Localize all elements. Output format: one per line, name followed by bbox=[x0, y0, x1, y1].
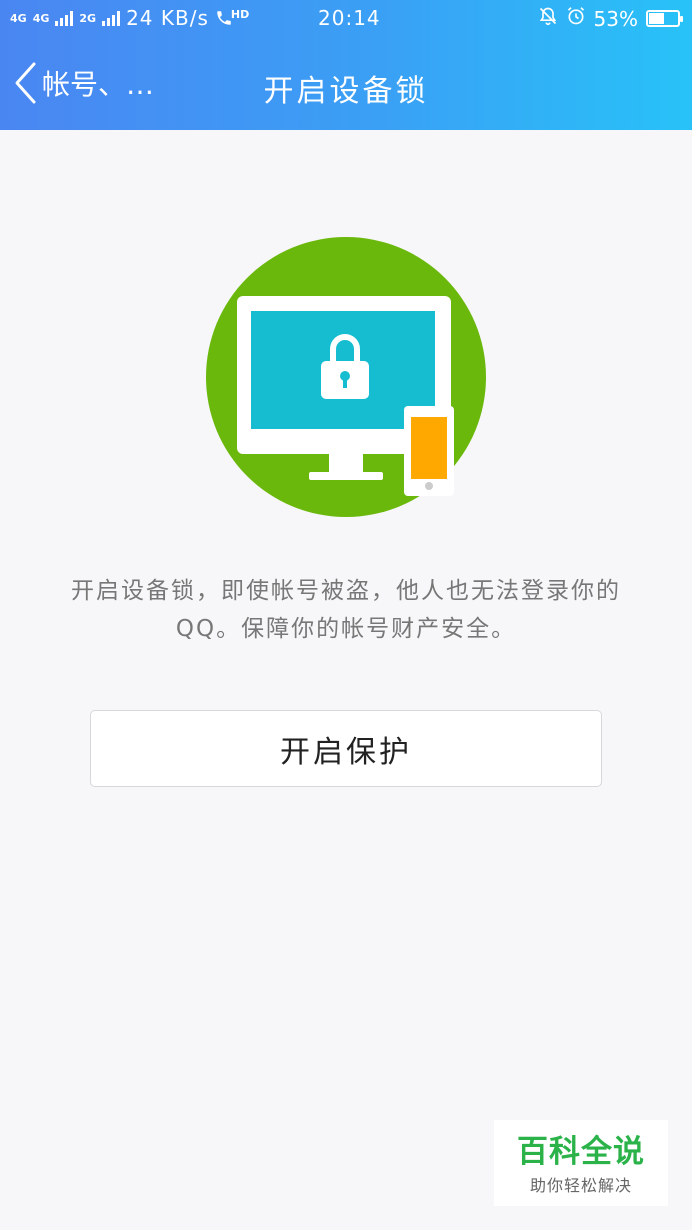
monitor-neck bbox=[329, 454, 363, 472]
watermark-slogan: 助你轻松解决 bbox=[529, 1176, 632, 1195]
alarm-icon bbox=[566, 6, 586, 31]
network-type-3: 2G bbox=[79, 11, 97, 25]
page-title: 开启设备锁 bbox=[263, 74, 429, 109]
network-type-2: 4G bbox=[32, 11, 50, 25]
status-left: 4G 4G 2G 24 KB/s HD bbox=[10, 6, 249, 30]
phone-home-button bbox=[425, 482, 433, 490]
header: 4G 4G 2G 24 KB/s HD 20:14 53% 帐号、… 开启设备锁 bbox=[0, 0, 692, 130]
watermark-brand: 百科全说 bbox=[517, 1134, 645, 1170]
navigation-bar: 帐号、… 开启设备锁 bbox=[0, 40, 692, 130]
device-lock-illustration bbox=[206, 237, 486, 517]
enable-protection-button[interactable]: 开启保护 bbox=[90, 710, 602, 787]
signal-icon-2 bbox=[102, 10, 121, 26]
watermark: 百科全说 助你轻松解决 bbox=[494, 1120, 668, 1206]
network-type-1: 4G bbox=[10, 11, 27, 25]
mute-bell-icon bbox=[538, 6, 558, 31]
battery-percent: 53% bbox=[593, 6, 638, 31]
monitor-stand bbox=[309, 472, 383, 480]
battery-icon bbox=[646, 10, 683, 27]
description-line-2: QQ。保障你的帐号财产安全。 bbox=[175, 616, 517, 642]
clock: 20:14 bbox=[318, 6, 381, 30]
status-right: 53% bbox=[538, 6, 683, 31]
status-bar: 4G 4G 2G 24 KB/s HD 20:14 53% bbox=[0, 0, 692, 36]
phone-screen bbox=[411, 417, 447, 479]
network-speed: 24 KB/s bbox=[126, 6, 209, 30]
hd-call-icon: HD bbox=[215, 7, 250, 27]
description: 开启设备锁，即使帐号被盗，他人也无法登录你的 QQ。保障你的帐号财产安全。 bbox=[40, 572, 652, 648]
lock-keyhole-slot bbox=[343, 377, 347, 388]
hd-label: HD bbox=[230, 7, 250, 21]
signal-icon bbox=[55, 10, 74, 26]
description-line-1: 开启设备锁，即使帐号被盗，他人也无法登录你的 bbox=[71, 578, 621, 604]
